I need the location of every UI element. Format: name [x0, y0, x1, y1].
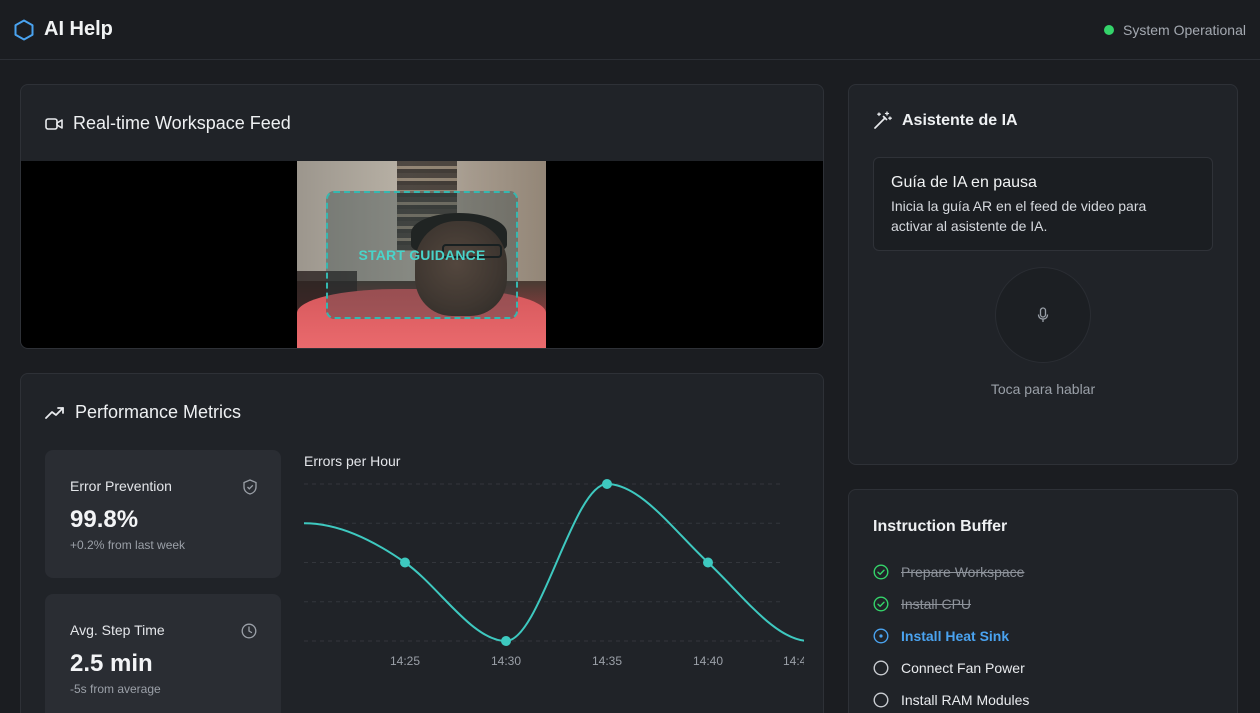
status-dot — [1104, 24, 1115, 35]
chart-point[interactable] — [501, 636, 511, 646]
metric-card-error-prevention: Error Prevention 99.8% +0.2% from last w… — [45, 450, 281, 578]
ai-assistant-card: Asistente de IA Guía de IA en pausa Inic… — [848, 84, 1238, 465]
metric-value: 99.8% — [70, 506, 139, 533]
chart-title: Errors per Hour — [304, 453, 401, 469]
instruction-step[interactable]: Install RAM Modules — [873, 692, 1029, 708]
app-title: AI Help — [44, 18, 113, 40]
step-label: Install Heat Sink — [901, 628, 1010, 644]
trending-up-icon — [45, 406, 64, 419]
metrics-title: Performance Metrics — [75, 402, 242, 422]
start-guidance-label: START GUIDANCE — [358, 247, 486, 263]
paused-text: Inicia la guía AR en el feed de video pa… — [891, 198, 1147, 234]
metric-label: Avg. Step Time — [70, 622, 165, 638]
step-label: Connect Fan Power — [901, 660, 1025, 676]
x-tick-label: 14:35 — [592, 654, 622, 668]
video-feed: START GUIDANCE — [21, 161, 823, 348]
clock-icon — [241, 623, 257, 639]
metric-subtext: -5s from average — [70, 682, 161, 696]
metric-subtext: +0.2% from last week — [70, 538, 186, 552]
metrics-header: Performance Metrics — [45, 402, 241, 423]
metric-label: Error Prevention — [70, 478, 172, 494]
assistant-title: Asistente de IA — [902, 111, 1018, 129]
brand[interactable]: AI Help — [14, 18, 113, 41]
metric-value: 2.5 min — [70, 650, 153, 677]
paused-title: Guía de IA en pausa — [891, 174, 1037, 191]
hexagon-logo-icon — [14, 19, 34, 40]
feed-header: Real-time Workspace Feed — [45, 113, 291, 134]
top-bar: AI Help System Operational — [0, 0, 1260, 60]
chart-point[interactable] — [400, 557, 410, 568]
buffer-header: Instruction Buffer — [873, 518, 1007, 536]
workspace-feed-card: Real-time Workspace Feed START GUIDANCE — [20, 84, 824, 349]
instruction-step[interactable]: Install CPU — [873, 596, 971, 612]
ai-paused-notice: Guía de IA en pausa Inicia la guía AR en… — [873, 157, 1213, 251]
step-label: Prepare Workspace — [901, 564, 1025, 580]
x-tick-label: 14:45 — [783, 654, 804, 668]
x-tick-label: 14:40 — [693, 654, 723, 668]
x-tick-label: 14:30 — [491, 654, 521, 668]
shield-check-icon — [243, 479, 257, 495]
empty-circle-icon — [873, 660, 889, 676]
instruction-buffer-card: Instruction Buffer Prepare Workspace Inst… — [848, 489, 1238, 713]
buffer-title: Instruction Buffer — [873, 518, 1008, 535]
x-tick-label: 14:25 — [390, 654, 420, 668]
feed-title: Real-time Workspace Feed — [73, 113, 291, 133]
step-label: Install CPU — [901, 596, 972, 612]
metric-card-avg-step-time: Avg. Step Time 2.5 min -5s from average — [45, 594, 281, 713]
status-text: System Operational — [1123, 21, 1246, 38]
performance-metrics-card: Performance Metrics Error Prevention 99.… — [20, 373, 824, 713]
video-camera-icon — [45, 117, 63, 130]
magic-wand-icon — [874, 111, 892, 129]
errors-per-hour-chart: 14:25 14:30 14:35 14:40 14:45 — [304, 479, 804, 668]
chart-point[interactable] — [703, 557, 713, 568]
active-step-icon — [873, 628, 889, 644]
check-circle-icon — [873, 596, 889, 612]
empty-circle-icon — [873, 692, 889, 708]
chart-point[interactable] — [602, 479, 612, 489]
instruction-step[interactable]: Prepare Workspace — [873, 564, 1024, 580]
start-guidance-button[interactable]: START GUIDANCE — [326, 191, 518, 319]
instruction-step[interactable]: Connect Fan Power — [873, 660, 1025, 676]
system-status: System Operational — [1104, 22, 1246, 38]
microphone-icon — [1037, 307, 1049, 322]
mic-hint-text: Toca para hablar — [990, 381, 1096, 397]
check-circle-icon — [873, 564, 889, 580]
microphone-button[interactable] — [995, 267, 1091, 363]
assistant-header: Asistente de IA — [873, 111, 1018, 130]
instruction-step[interactable]: Install Heat Sink — [873, 628, 1009, 644]
step-label: Install RAM Modules — [901, 692, 1030, 708]
